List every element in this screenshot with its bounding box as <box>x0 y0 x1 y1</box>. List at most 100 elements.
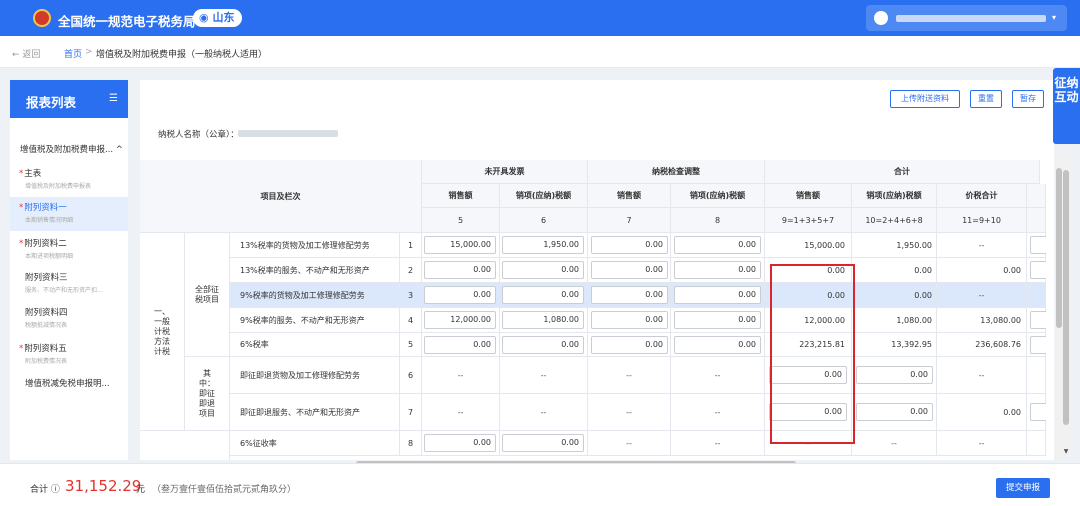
scroll-down-arrow-icon[interactable]: ▼ <box>1062 448 1070 455</box>
total-price-value: 0.00 <box>1003 266 1021 275</box>
row-label: 即征即退服务、不动产和无形资产 <box>230 394 400 431</box>
annotation-highlight-box <box>770 264 855 444</box>
header-tax: 销项(应纳)税额 <box>671 184 765 208</box>
input-inspection-sales[interactable]: 0.00 <box>591 286 668 304</box>
row-number: 4 <box>400 308 422 333</box>
input-total-tax[interactable]: 0.00 <box>856 403 933 421</box>
input-uninvoiced-tax[interactable]: 0.00 <box>502 336 584 354</box>
header-item: 项目及栏次 <box>140 160 422 233</box>
location-pin-icon: ◉ <box>199 11 209 24</box>
total-price-value: -- <box>937 283 1027 308</box>
table-row: 13%税率的货物及加工修理修配劳务 1 15,000.00 1,950.00 0… <box>140 233 1046 258</box>
table-row: 6%征收率 8 0.00 0.00 -- -- -- -- -- <box>140 431 1046 456</box>
uninvoiced-sales-value: -- <box>422 394 500 431</box>
scroll-thumb[interactable] <box>1063 170 1069 425</box>
col-number: 10=2+4+6+8 <box>852 208 937 233</box>
report-content: 上传附送资料 重置 暂存 纳税人名称（公章）： 项目及栏次 未开具发票 纳税检查… <box>140 80 1062 466</box>
header-sales: 销售额 <box>765 184 852 208</box>
input-uninvoiced-sales[interactable]: 0.00 <box>424 434 496 452</box>
row-number: 5 <box>400 333 422 357</box>
submit-declaration-button[interactable]: 提交申报 <box>996 478 1050 498</box>
province-label: 山东 <box>212 11 235 24</box>
row-number: 7 <box>400 394 422 431</box>
user-avatar-icon <box>874 11 888 25</box>
sidebar-item-schedule-5[interactable]: 附列资料五附加税费情况表 <box>10 338 128 372</box>
input-inspection-tax[interactable]: 0.00 <box>674 286 761 304</box>
user-menu[interactable]: ▾ <box>866 5 1067 31</box>
input-inspection-sales[interactable]: 0.00 <box>591 261 668 279</box>
sidebar-item-schedule-3[interactable]: 附列资料三 服务、不动产和无形资产扣... <box>10 267 128 301</box>
header-total: 合计 <box>765 160 1040 184</box>
uninvoiced-tax-value: -- <box>500 357 588 394</box>
total-price-value: -- <box>937 357 1027 394</box>
input-inspection-tax[interactable]: 0.00 <box>674 236 761 254</box>
input-deduction[interactable] <box>1030 311 1046 329</box>
tax-emblem-icon <box>33 9 51 27</box>
input-uninvoiced-tax[interactable]: 0.00 <box>502 434 584 452</box>
input-deduction[interactable] <box>1030 236 1046 254</box>
total-tax-value: -- <box>852 431 937 456</box>
footer-bar: 合计 ⓘ 31,152.29 元 （叁万壹仟壹佰伍拾贰元贰角玖分） 提交申报 <box>0 463 1080 506</box>
upload-attachments-button[interactable]: 上传附送资料 <box>890 90 960 108</box>
col-number: 7 <box>588 208 671 233</box>
header-tax-inspection: 纳税检查调整 <box>588 160 765 184</box>
input-uninvoiced-sales[interactable]: 0.00 <box>424 261 496 279</box>
input-uninvoiced-sales[interactable]: 0.00 <box>424 286 496 304</box>
input-uninvoiced-tax[interactable]: 0.00 <box>502 261 584 279</box>
inspection-sales-value: -- <box>588 431 671 456</box>
input-deduction[interactable] <box>1030 336 1046 354</box>
sidebar-group[interactable]: 增值税及附加税费申报... ^ <box>20 143 123 155</box>
input-inspection-sales[interactable]: 0.00 <box>591 336 668 354</box>
breadcrumb-home[interactable]: 首页 <box>64 47 82 60</box>
sidebar-item-tax-relief[interactable]: 增值税减免税申报明... <box>10 373 128 407</box>
input-deduction[interactable] <box>1030 261 1046 279</box>
input-inspection-tax[interactable]: 0.00 <box>674 336 761 354</box>
input-inspection-sales[interactable]: 0.00 <box>591 236 668 254</box>
inspection-tax-value: -- <box>671 431 765 456</box>
row-label: 6%税率 <box>230 333 400 357</box>
row-label: 6%征收率 <box>230 431 400 456</box>
user-name-redacted <box>896 15 1046 22</box>
total-tax-value: 1,950.00 <box>896 241 932 250</box>
input-uninvoiced-sales[interactable]: 12,000.00 <box>424 311 496 329</box>
total-unit: 元 <box>136 485 146 495</box>
site-title: 全国统一规范电子税务局 <box>58 14 196 29</box>
input-uninvoiced-sales[interactable]: 0.00 <box>424 336 496 354</box>
header-uninvoiced: 未开具发票 <box>422 160 588 184</box>
back-link[interactable]: ← 返回 <box>12 47 40 60</box>
interaction-tab[interactable]: 征纳互动 <box>1053 68 1080 144</box>
sidebar-item-schedule-2[interactable]: 附列资料二本期进项税额明细 <box>10 233 128 267</box>
input-uninvoiced-tax[interactable]: 1,950.00 <box>502 236 584 254</box>
taxpayer-name-redacted <box>238 130 338 137</box>
input-inspection-sales[interactable]: 0.00 <box>591 311 668 329</box>
table-row-selected[interactable]: 9%税率的货物及加工修理修配劳务 3 0.00 0.00 0.00 0.00 0… <box>140 283 1046 308</box>
row-label: 13%税率的货物及加工修理修配劳务 <box>230 233 400 258</box>
col-number: 6 <box>500 208 588 233</box>
total-label: 合计 ⓘ <box>30 485 60 495</box>
sidebar-title: 报表列表 ☰ <box>10 80 128 118</box>
sidebar-item-schedule-1[interactable]: 附列资料一本期销售情况明细 <box>10 197 128 231</box>
total-price-value: 0.00 <box>1003 408 1021 417</box>
reset-button[interactable]: 重置 <box>970 90 1002 108</box>
province-selector[interactable]: ◉ 山东 <box>193 9 243 27</box>
input-deduction[interactable] <box>1030 403 1046 421</box>
input-uninvoiced-sales[interactable]: 15,000.00 <box>424 236 496 254</box>
input-total-tax[interactable]: 0.00 <box>856 366 933 384</box>
page-scrollbar[interactable]: ▼ <box>1062 150 1070 455</box>
input-inspection-tax[interactable]: 0.00 <box>674 311 761 329</box>
menu-collapse-icon[interactable]: ☰ <box>109 93 118 104</box>
sidebar-item-schedule-4[interactable]: 附列资料四 税额抵减情况表 <box>10 302 128 336</box>
input-inspection-tax[interactable]: 0.00 <box>674 261 761 279</box>
save-draft-button[interactable]: 暂存 <box>1012 90 1044 108</box>
top-bar: 全国统一规范电子税务局 ◉ 山东 ▾ <box>0 0 1080 36</box>
input-uninvoiced-tax[interactable]: 1,080.00 <box>502 311 584 329</box>
total-tax-value: 1,080.00 <box>896 316 932 325</box>
uninvoiced-tax-value: -- <box>500 394 588 431</box>
sidebar-item-main[interactable]: 主表增值税及附加税费申报表 <box>10 163 128 197</box>
header-extra <box>1027 184 1046 208</box>
col-number: 8 <box>671 208 765 233</box>
total-amount: 31,152.29 <box>65 477 142 495</box>
uninvoiced-sales-value: -- <box>422 357 500 394</box>
inspection-sales-value: -- <box>588 394 671 431</box>
input-uninvoiced-tax[interactable]: 0.00 <box>502 286 584 304</box>
